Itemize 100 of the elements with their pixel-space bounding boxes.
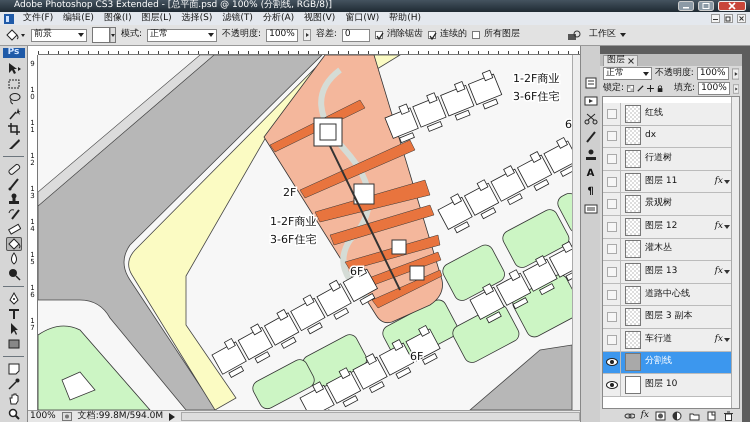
minimize-icon[interactable] [711,14,720,23]
arrow-button-icon[interactable] [732,82,739,94]
effects-button[interactable]: fx [640,410,649,420]
workspace-menu[interactable]: 工作区 [589,30,626,40]
blend-mode-dropdown[interactable]: 正常 [603,67,652,80]
layer-row[interactable]: 图层 13 fx [603,261,731,284]
mode-dropdown[interactable]: 正常 [147,28,218,42]
menu-item[interactable]: 图像(I) [102,14,133,24]
layer-thumbnail [625,218,641,236]
layer-name: 道路中心线 [645,290,691,300]
menu-item[interactable]: 视图(V) [303,14,336,24]
half-circle-icon[interactable] [672,410,683,420]
fill-source-dropdown[interactable]: 前景 [31,28,87,42]
layer-thumbnail [625,376,641,394]
layer-row[interactable]: 行道树 [603,148,731,171]
fill-field[interactable]: 100% [698,82,730,95]
navigator-icon[interactable] [62,412,72,421]
menu-item[interactable]: 帮助(H) [388,14,422,24]
tool-button[interactable] [6,122,22,136]
move-cross-icon[interactable] [646,84,654,93]
menu-item[interactable]: 编辑(E) [62,14,95,24]
trash-icon[interactable] [723,410,734,420]
brush-icon[interactable] [584,130,598,144]
scissors-icon[interactable] [584,112,598,126]
map-label: 1-2F商业 [513,72,560,85]
map-label: 6 [565,118,572,131]
caret-icon [208,33,214,37]
checkbox[interactable] [374,30,383,39]
menu-item[interactable]: 图层(L) [140,14,173,24]
dashed-rectangle-icon [6,76,20,91]
layer-name: 图层 3 副本 [645,312,694,322]
lock-transparency-icon[interactable] [627,84,634,93]
layer-name: 行道树 [645,154,673,164]
pattern-swatch[interactable] [92,27,116,43]
workspace-icon[interactable] [567,30,581,40]
menu-item[interactable]: 分析(A) [262,14,296,24]
tool-button[interactable] [6,176,22,191]
eye-icon[interactable] [606,380,618,389]
arrow-button-icon[interactable] [732,68,739,80]
menu-item[interactable]: 窗口(W) [344,14,380,24]
layer-thumbnail [625,195,641,214]
layer-row[interactable]: 图层 3 副本 [603,306,731,329]
tool-button[interactable] [6,76,22,91]
opacity-field[interactable]: 100% [696,67,729,80]
brush-icon[interactable] [636,84,644,93]
panel-glyph[interactable]: A [584,166,598,180]
minimize-icon[interactable] [678,1,694,11]
layer-thumbnail [625,308,641,326]
layers-icon[interactable] [584,202,598,216]
tolerance-field[interactable]: 0 [342,28,370,42]
new-page-icon[interactable] [706,410,717,420]
scrollbar[interactable] [181,412,580,421]
app-icon[interactable] [4,14,14,24]
layer-row[interactable]: 灌木丛 [603,238,731,262]
caret-icon [620,32,626,37]
restore-icon[interactable] [724,14,733,23]
mask-icon[interactable] [655,410,666,420]
hand-icon [6,392,20,406]
tool-button[interactable] [6,336,22,351]
scrollbar[interactable] [731,97,739,408]
arrow-icon[interactable] [169,412,176,420]
arrow-button-icon[interactable] [302,29,311,41]
close-icon[interactable] [737,14,746,23]
checkbox-label: 消除锯齿 [386,30,423,40]
layer-thumbnail [625,150,641,168]
paint-bucket-icon[interactable] [4,28,26,42]
layer-row[interactable]: 道路中心线 [603,284,731,306]
effects-label: fx [714,176,723,187]
tool-button[interactable] [6,206,22,221]
scrollbar[interactable] [572,55,580,410]
caret-icon [642,72,649,76]
menu-item[interactable]: 滤镜(T) [221,14,254,24]
panel-glyph[interactable]: ¶ [584,184,598,198]
layer-row[interactable]: dx [603,126,731,148]
menu-item[interactable]: 选择(S) [180,14,214,24]
eye-icon[interactable] [606,358,618,366]
layer-row[interactable]: 红线 [603,103,731,126]
layer-row[interactable]: 图层 10 [603,374,731,397]
close-icon[interactable] [628,58,634,64]
map-label: 1-2F商业 [270,215,316,228]
layer-row[interactable]: 车行道 fx [603,328,731,352]
layer-row[interactable]: 图层 12 fx [603,216,731,239]
menu-item[interactable]: 文件(F) [22,14,54,24]
padlock-icon[interactable] [656,84,664,93]
play-list-icon[interactable] [584,94,598,108]
opacity-field[interactable]: 100% [266,28,298,42]
tool-button[interactable] [6,376,22,391]
link-icon[interactable] [624,410,635,420]
checkbox[interactable] [428,30,436,39]
stamp-icon[interactable] [584,148,598,162]
history-icon[interactable] [584,76,598,90]
checkbox-label: 所有图层 [484,30,520,40]
map-label: 3-6F住宅 [270,233,316,246]
maximize-icon[interactable] [698,1,714,11]
tool-button[interactable] [6,362,22,376]
layer-row[interactable]: 图层 11 fx [603,170,731,194]
panel-tab[interactable]: 图层 [603,55,638,66]
checkbox[interactable] [472,30,480,39]
tool-button[interactable] [6,236,22,251]
layer-row[interactable]: 景观树 [603,193,731,216]
